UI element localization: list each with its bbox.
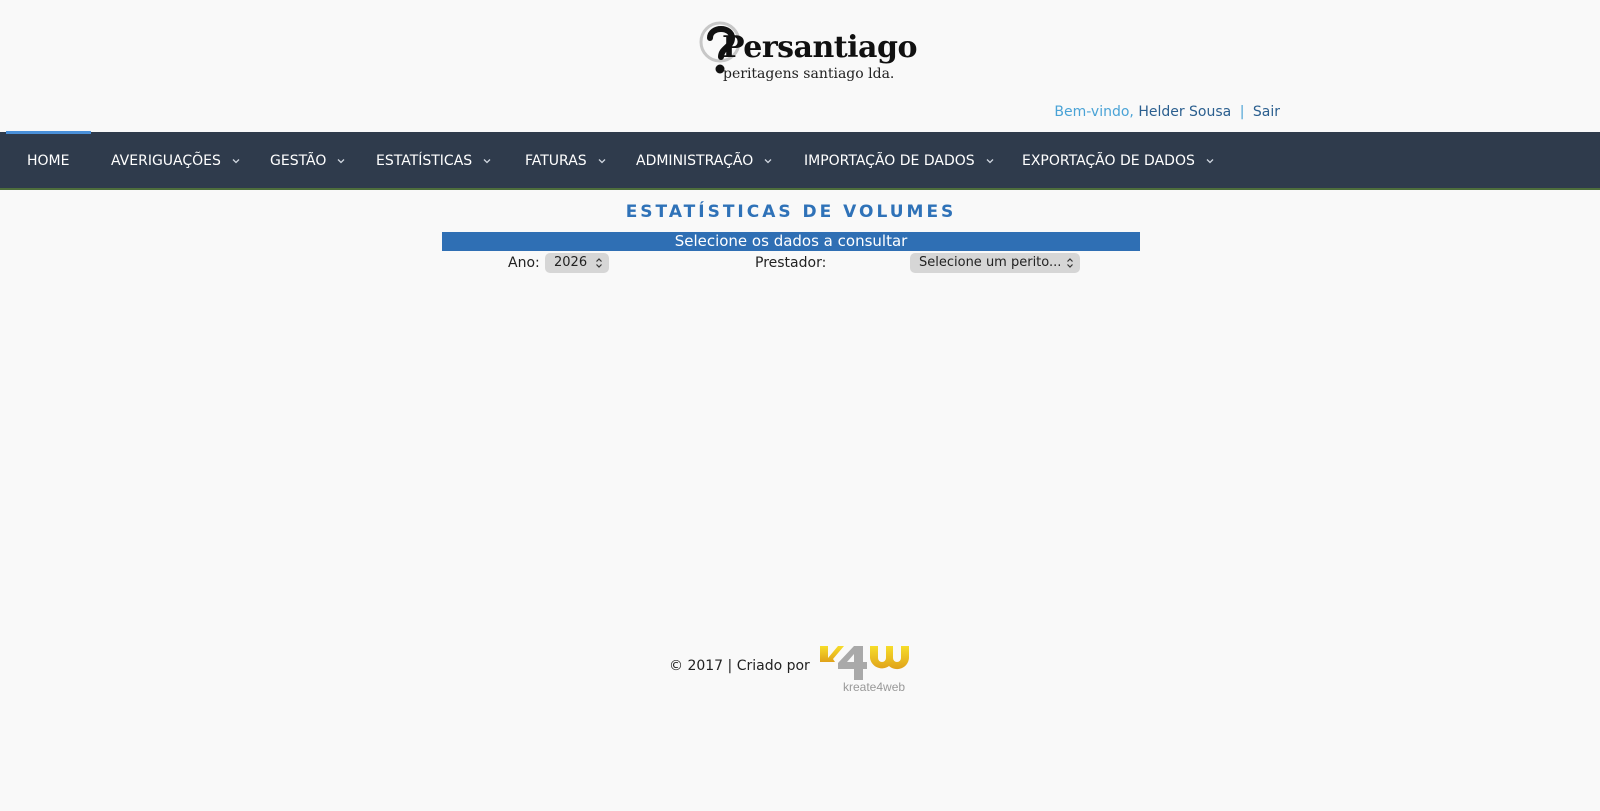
provider-select[interactable]: Selecione um perito... [910, 253, 1080, 273]
footer-credit: © 2017 | Criado por [669, 658, 810, 674]
kreate4web-logo[interactable]: kreate4web [818, 644, 910, 694]
chevron-down-icon [1206, 159, 1214, 164]
nav-item-exportacao[interactable]: EXPORTAÇÃO DE DADOS [1022, 132, 1215, 190]
main-nav: HOME AVERIGUAÇÕES GESTÃO ESTATÍSTICAS FA… [0, 131, 1600, 190]
brand-name: Persantiago [722, 30, 917, 65]
nav-item-label: EXPORTAÇÃO DE DADOS [1022, 153, 1195, 169]
year-label: Ano: [508, 255, 540, 271]
chevron-down-icon [483, 159, 491, 164]
nav-item-label: ADMINISTRAÇÃO [636, 153, 754, 169]
provider-select-placeholder: Selecione um perito... [919, 255, 1062, 270]
nav-item-label: GESTÃO [270, 153, 327, 169]
year-select-value: 2026 [554, 255, 588, 270]
user-bar: Bem-vindo, Helder Sousa | Sair [1054, 104, 1280, 120]
welcome-text: Bem-vindo, [1054, 104, 1134, 120]
chevron-down-icon [598, 159, 606, 164]
nav-item-estatisticas[interactable]: ESTATÍSTICAS [376, 132, 492, 190]
filter-form: Ano: 2026 Prestador: Selecione um perito… [442, 252, 1140, 276]
footer: © 2017 | Criado por kreate4web [0, 644, 1600, 694]
nav-item-home[interactable]: HOME [5, 131, 92, 190]
year-select[interactable]: 2026 [545, 253, 609, 273]
updown-arrows-icon [1067, 258, 1073, 268]
nav-item-averiguacoes[interactable]: AVERIGUAÇÕES [111, 132, 241, 190]
user-name-link[interactable]: Helder Sousa [1138, 104, 1231, 120]
nav-item-faturas[interactable]: FATURAS [525, 132, 607, 190]
separator: | [1239, 104, 1245, 120]
nav-item-label: ESTATÍSTICAS [376, 153, 473, 169]
brand-tagline: peritagens santiago lda. [723, 66, 895, 82]
brand-logo[interactable]: Persantiago peritagens santiago lda. [698, 20, 917, 86]
page-title: ESTATÍSTICAS DE VOLUMES [625, 202, 957, 222]
nav-item-label: AVERIGUAÇÕES [111, 153, 221, 169]
panel-header: Selecione os dados a consultar [442, 232, 1140, 251]
logo-text: kreate4web [843, 680, 905, 694]
chevron-down-icon [337, 159, 345, 164]
nav-item-label: FATURAS [525, 153, 587, 169]
nav-item-label: IMPORTAÇÃO DE DADOS [804, 153, 975, 169]
nav-item-administracao[interactable]: ADMINISTRAÇÃO [636, 132, 773, 190]
logout-link[interactable]: Sair [1253, 104, 1280, 120]
nav-item-gestao[interactable]: GESTÃO [270, 132, 346, 190]
provider-label: Prestador: [755, 255, 827, 271]
nav-item-label: HOME [27, 153, 70, 169]
chevron-down-icon [232, 159, 240, 164]
nav-item-importacao[interactable]: IMPORTAÇÃO DE DADOS [804, 132, 995, 190]
chevron-down-icon [764, 159, 772, 164]
chevron-down-icon [986, 159, 994, 164]
updown-arrows-icon [596, 258, 602, 268]
